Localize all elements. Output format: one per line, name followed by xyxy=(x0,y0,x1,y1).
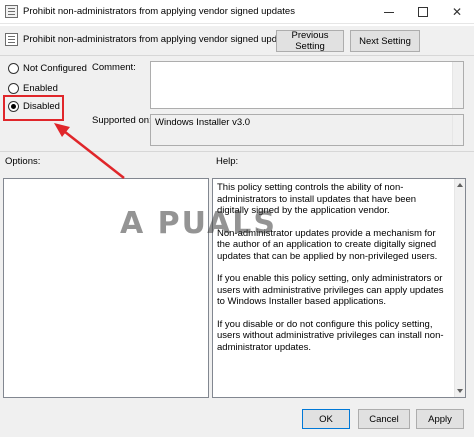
ok-button[interactable]: OK xyxy=(302,409,350,429)
comment-label: Comment: xyxy=(92,62,136,73)
radio-not-configured[interactable]: Not Configured xyxy=(8,63,87,74)
window-title: Prohibit non-administrators from applyin… xyxy=(23,6,295,17)
scroll-up-icon[interactable] xyxy=(457,183,463,187)
radio-not-configured-circle[interactable] xyxy=(8,63,19,74)
radio-enabled[interactable]: Enabled xyxy=(8,83,58,94)
policy-app-icon xyxy=(5,5,18,18)
disabled-highlight-box xyxy=(3,95,64,121)
help-paragraph: If you disable or do not configure this … xyxy=(217,318,444,353)
appuals-watermark: A PUALS xyxy=(120,206,278,241)
supported-on-value: Windows Installer v3.0 xyxy=(155,117,251,128)
close-icon: ✕ xyxy=(451,5,463,19)
radio-enabled-label: Enabled xyxy=(23,83,58,94)
supported-on-field: Windows Installer v3.0 xyxy=(150,114,464,146)
comment-scrollbar[interactable] xyxy=(452,62,463,108)
help-label: Help: xyxy=(216,156,239,167)
policy-name: Prohibit non-administrators from applyin… xyxy=(23,34,295,45)
close-button[interactable]: ✕ xyxy=(440,0,474,24)
radio-not-configured-label: Not Configured xyxy=(23,63,87,74)
maximize-button[interactable] xyxy=(406,0,440,24)
supported-on-label: Supported on: xyxy=(92,115,152,126)
maximize-icon xyxy=(418,7,428,17)
options-label: Options: xyxy=(5,156,41,167)
cancel-button[interactable]: Cancel xyxy=(358,409,410,429)
scroll-down-icon[interactable] xyxy=(457,389,463,393)
help-scrollbar[interactable] xyxy=(454,179,465,397)
help-paragraph: If you enable this policy setting, only … xyxy=(217,273,444,307)
minimize-icon xyxy=(384,11,394,13)
apply-button[interactable]: Apply xyxy=(416,409,464,429)
next-setting-button[interactable]: Next Setting xyxy=(350,30,420,52)
minimize-button[interactable] xyxy=(372,0,406,24)
policy-icon xyxy=(5,33,18,46)
supported-scrollbar[interactable] xyxy=(452,115,463,145)
radio-enabled-circle[interactable] xyxy=(8,83,19,94)
title-bar: Prohibit non-administrators from applyin… xyxy=(0,0,474,24)
comment-input[interactable] xyxy=(150,61,464,109)
header-divider xyxy=(0,55,474,56)
section-divider xyxy=(0,151,474,152)
previous-setting-button[interactable]: Previous Setting xyxy=(276,30,344,52)
